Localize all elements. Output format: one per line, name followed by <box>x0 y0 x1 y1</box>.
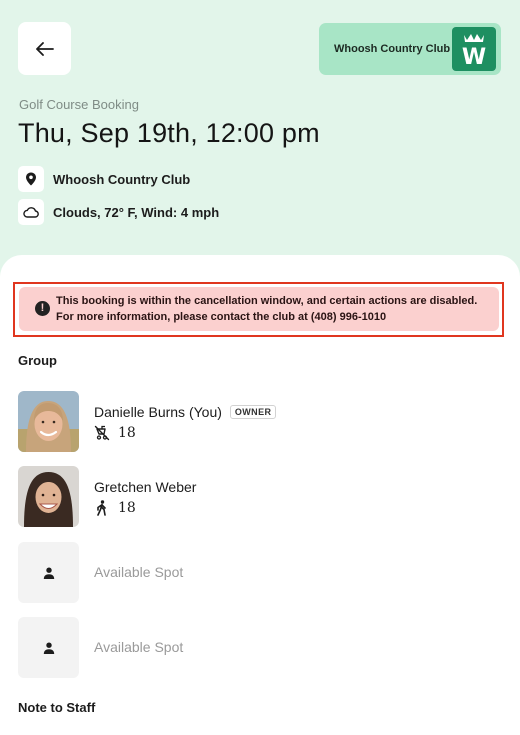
alert-icon: ! <box>35 301 50 316</box>
booking-type: Golf Course Booking <box>19 97 139 112</box>
weather-row: Clouds, 72° F, Wind: 4 mph <box>18 199 219 225</box>
location-row: Whoosh Country Club <box>18 166 190 192</box>
note-to-staff-heading: Note to Staff <box>18 700 96 715</box>
page-title: Thu, Sep 19th, 12:00 pm <box>18 118 320 148</box>
group-heading: Group <box>18 353 57 368</box>
person-icon <box>43 567 54 579</box>
cancellation-alert: ! This booking is within the cancellatio… <box>19 287 499 331</box>
add-player-button[interactable] <box>18 542 79 603</box>
available-spot-label: Available Spot <box>94 639 184 655</box>
person-icon <box>43 642 54 654</box>
add-player-button[interactable] <box>18 617 79 678</box>
member-name: Gretchen Weber <box>94 479 197 495</box>
location-text: Whoosh Country Club <box>53 171 191 187</box>
crown-w-logo-icon: W <box>462 34 486 70</box>
avatar <box>18 466 79 527</box>
group-member-row[interactable]: Danielle Burns (You) OWNER 18 <box>18 391 498 452</box>
club-badge[interactable]: Whoosh Country Club W <box>319 23 501 75</box>
available-spot-label: Available Spot <box>94 564 184 580</box>
available-spot-row[interactable]: Available Spot <box>18 617 498 678</box>
member-meta: 18 <box>94 424 136 442</box>
avatar <box>18 391 79 452</box>
location-pin-icon <box>18 166 44 192</box>
arrow-left-icon <box>35 41 54 56</box>
member-holes: 18 <box>118 425 136 441</box>
group-member-row[interactable]: Gretchen Weber 18 <box>18 466 498 527</box>
alert-message: This booking is within the cancellation … <box>56 295 478 323</box>
member-holes: 18 <box>118 500 136 516</box>
available-spot-row[interactable]: Available Spot <box>18 542 498 603</box>
no-cart-icon <box>94 425 110 441</box>
walking-icon <box>97 500 106 516</box>
club-badge-name: Whoosh Country Club <box>334 43 451 55</box>
club-logo: W <box>452 27 496 71</box>
club-logo-letter: W <box>462 45 486 70</box>
cloud-icon <box>18 199 44 225</box>
weather-text: Clouds, 72° F, Wind: 4 mph <box>53 204 220 220</box>
member-name-line: Danielle Burns (You) OWNER <box>94 404 277 420</box>
member-meta: 18 <box>94 499 136 517</box>
back-button[interactable] <box>18 22 71 75</box>
member-name: Danielle Burns (You) <box>94 404 222 420</box>
owner-badge: OWNER <box>229 405 277 419</box>
